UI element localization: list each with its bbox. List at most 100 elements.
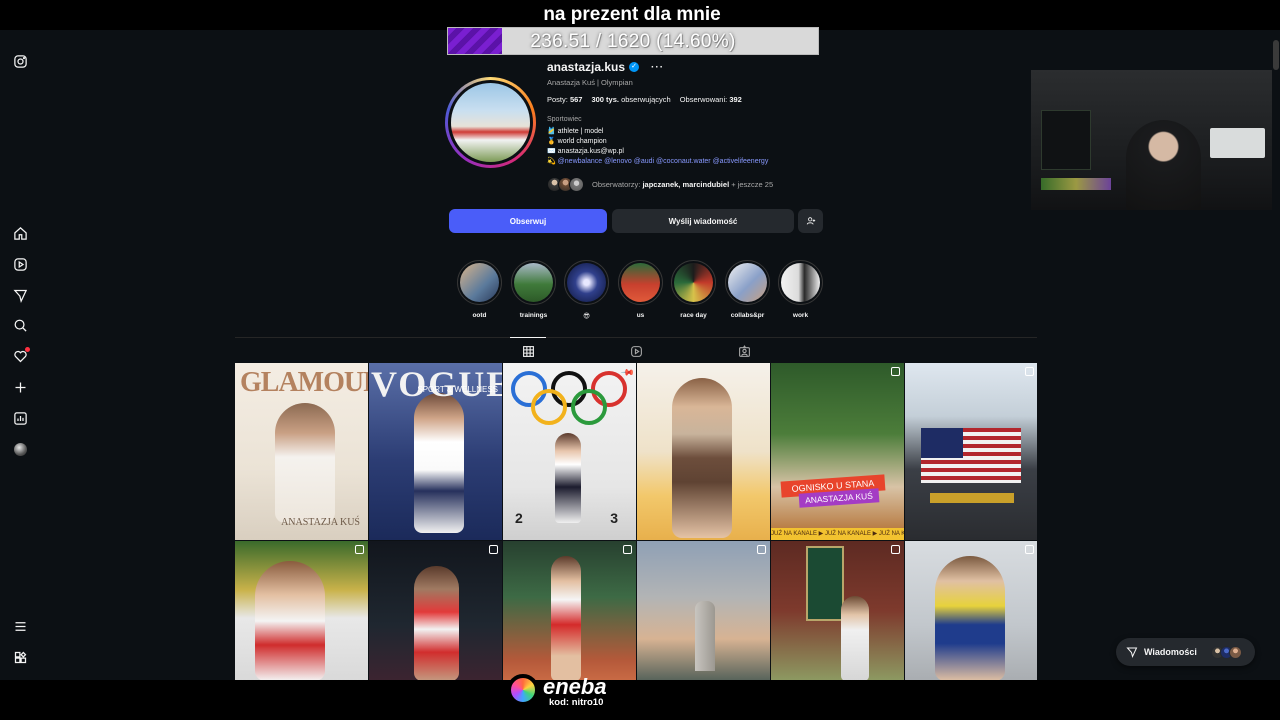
- sponsor-code: kod: nitro10: [549, 697, 604, 708]
- flag-image: [921, 428, 1021, 483]
- profile-username: anastazja.kus: [547, 60, 626, 74]
- post-magazine-title: VOGUE: [371, 364, 502, 404]
- dashboard-icon[interactable]: [12, 410, 28, 426]
- home-icon[interactable]: [12, 225, 28, 241]
- profile-stats: Posty: 567 300 tys. obserwujących Obserw…: [547, 95, 742, 104]
- highlight-label: collabs&pr: [730, 312, 765, 319]
- search-icon[interactable]: [12, 317, 28, 333]
- instagram-logo-icon[interactable]: [12, 53, 28, 69]
- profile-picture: [451, 83, 530, 162]
- profile-category: Sportowiec: [547, 116, 582, 123]
- avatar: [569, 177, 584, 192]
- highlight-sunglasses[interactable]: 😎: [564, 260, 609, 320]
- bottom-overlay-band: [0, 680, 1280, 720]
- tagged-icon[interactable]: [736, 343, 752, 359]
- heart-icon[interactable]: [12, 347, 30, 364]
- olympic-rings: [511, 371, 629, 426]
- profile-bio: 🎽 athlete | model 🥇 world champion ✉️ an…: [547, 127, 768, 167]
- post-magazine-subtitle: ANASTAZJA KUŚ: [281, 517, 360, 528]
- streamer-webcam: [1031, 70, 1280, 210]
- more-options-icon[interactable]: ···: [651, 62, 664, 73]
- send-message-button[interactable]: Wyślij wiadomość: [612, 209, 794, 233]
- profile-picture-story-ring[interactable]: [445, 77, 536, 168]
- carousel-icon: [891, 545, 900, 554]
- highlight-label: trainings: [519, 312, 548, 319]
- carousel-icon: [1025, 545, 1034, 554]
- explore-icon[interactable]: [12, 287, 28, 303]
- post-tile[interactable]: OGNISKO U STANA ANASTAZJA KUŚ JUŻ NA KAN…: [771, 363, 904, 540]
- post-tile[interactable]: VOGUE SPORT & WELLNESS: [369, 363, 502, 540]
- send-icon: [1126, 647, 1138, 658]
- sponsor-overlay: eneba kod: nitro10: [507, 674, 607, 708]
- followed-by-text: Obserwatorzy: japczanek, marcindubiel + …: [592, 180, 774, 189]
- followed-by-avatars: [547, 177, 584, 192]
- carousel-icon: [623, 545, 632, 554]
- highlight-label: work: [792, 312, 809, 319]
- avatar: [1228, 645, 1242, 659]
- bio-line: 🎽 athlete | model: [547, 128, 604, 135]
- posts-count: Posty: 567: [547, 95, 583, 104]
- highlight-trainings[interactable]: trainings: [511, 260, 556, 319]
- bio-line: 🥇 world champion: [547, 138, 607, 145]
- highlight-label: ootd: [472, 312, 487, 319]
- also-from-meta-icon[interactable]: [12, 649, 28, 665]
- post-tile[interactable]: GLAMOUR ANASTAZJA KUŚ: [235, 363, 368, 540]
- post-tile[interactable]: [905, 363, 1037, 540]
- carousel-icon: [355, 545, 364, 554]
- highlight-label: us: [636, 312, 645, 319]
- stream-screen: na prezent dla mnie 236.51 / 1620 (14.60…: [0, 0, 1280, 720]
- reels-tab-icon[interactable]: [628, 343, 644, 359]
- reel-icon: [891, 367, 900, 376]
- follow-button[interactable]: Obserwuj: [449, 209, 607, 233]
- donation-goal-title: na prezent dla mnie: [543, 4, 721, 25]
- reel-icon: [757, 545, 766, 554]
- profile-username-row: anastazja.kus ✓ ···: [547, 60, 664, 74]
- following-count[interactable]: Obserwowani: 392: [680, 95, 742, 104]
- bio-line: ✉️ anastazja.kus@wp.pl: [547, 148, 624, 155]
- bio-mentions-line: 💫 @newbalance @lenovo @audi @coconaut.wa…: [547, 158, 769, 165]
- post-tile[interactable]: 2 3 📌: [503, 363, 636, 540]
- post-tile[interactable]: [637, 363, 770, 540]
- post-tile[interactable]: [905, 541, 1037, 680]
- verified-badge-icon: ✓: [629, 62, 640, 72]
- profile-tabs: [235, 337, 1037, 363]
- left-sidebar: [0, 30, 40, 680]
- highlight-label: race day: [680, 312, 707, 319]
- bio-mentions[interactable]: @newbalance @lenovo @audi @coconaut.wate…: [558, 158, 769, 165]
- notification-dot: [25, 347, 30, 352]
- podium-number: 2: [515, 510, 523, 526]
- create-plus-icon[interactable]: [12, 379, 28, 395]
- highlight-race-day[interactable]: race day: [671, 260, 716, 319]
- post-tile[interactable]: [235, 541, 368, 680]
- scrollbar-thumb[interactable]: [1273, 40, 1279, 70]
- highlight-collabs[interactable]: collabs&pr: [725, 260, 770, 319]
- profile-avatar-icon[interactable]: [12, 441, 28, 457]
- carousel-icon: [1025, 367, 1034, 376]
- page-scrollbar[interactable]: [1272, 32, 1280, 680]
- post-tile[interactable]: [771, 541, 904, 680]
- add-person-icon[interactable]: [798, 209, 823, 233]
- donation-progress-bar: 236.51 / 1620 (14.60%): [447, 27, 819, 55]
- menu-icon[interactable]: [12, 618, 28, 634]
- highlight-work[interactable]: work: [778, 260, 823, 319]
- profile-avatar: [13, 442, 27, 456]
- donation-progress-text: 236.51 / 1620 (14.60%): [530, 31, 736, 52]
- post-tile[interactable]: [503, 541, 636, 680]
- post-magazine-title: GLAMOUR: [240, 367, 368, 398]
- podium-number: 3: [610, 510, 618, 526]
- post-tile[interactable]: [637, 541, 770, 680]
- grid-icon[interactable]: [510, 337, 546, 359]
- followed-by-row[interactable]: Obserwatorzy: japczanek, marcindubiel + …: [547, 177, 773, 192]
- post-tile[interactable]: [369, 541, 502, 680]
- profile-full-name: Anastazja Kuś | Olympian: [547, 78, 633, 87]
- messages-button[interactable]: Wiadomości: [1116, 638, 1255, 666]
- highlight-label: 😎: [583, 313, 590, 320]
- reels-icon[interactable]: [12, 256, 28, 272]
- highlight-us[interactable]: us: [618, 260, 663, 319]
- followers-count[interactable]: 300 tys. obserwujących: [591, 95, 670, 104]
- sponsor-logo-icon: [507, 674, 539, 706]
- messages-avatars: [1210, 645, 1242, 659]
- post-magazine-subtitle: SPORT & WELLNESS: [417, 385, 498, 394]
- posts-grid: GLAMOUR ANASTAZJA KUŚ VOGUE SPORT & WELL…: [235, 363, 1037, 680]
- highlight-ootd[interactable]: ootd: [457, 260, 502, 319]
